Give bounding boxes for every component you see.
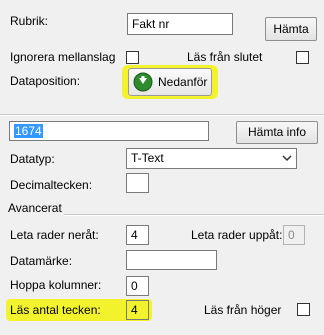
read-from-right-checkbox[interactable] <box>297 303 310 316</box>
read-from-end-checkbox[interactable] <box>296 51 309 64</box>
chevron-down-icon <box>282 155 292 162</box>
datatype-selected: T-Text <box>131 151 164 165</box>
search-rows-down-label: Leta rader neråt: <box>10 228 99 242</box>
advanced-divider <box>64 214 324 216</box>
section-divider <box>0 114 324 116</box>
hamta-info-button[interactable]: Hämta info <box>236 121 318 144</box>
hamta-button[interactable]: Hämta <box>265 17 317 41</box>
data-marker-label: Datamärke: <box>10 254 73 268</box>
read-from-end-label: Läs från slutet <box>187 50 263 64</box>
rubrik-input[interactable]: Fakt nr <box>127 13 233 35</box>
info-input[interactable]: 1674 <box>9 121 209 141</box>
skip-columns-label: Hoppa kolumner: <box>10 278 102 292</box>
search-rows-up-label: Leta rader uppåt: <box>191 228 283 242</box>
search-rows-down-input[interactable]: 4 <box>126 225 149 245</box>
field-settings-panel: Rubrik: Fakt nr Hämta Ignorera mellansla… <box>0 0 324 335</box>
read-char-count-label: Läs antal tecken: <box>10 303 101 317</box>
data-position-button[interactable]: Nedanför <box>128 68 212 96</box>
decimal-label: Decimaltecken: <box>10 178 93 192</box>
datatype-label: Datatyp: <box>10 152 55 166</box>
data-position-label: Dataposition: <box>10 74 81 88</box>
rubrik-label: Rubrik: <box>10 14 49 28</box>
arrow-down-circle-icon <box>133 72 153 92</box>
decimal-input[interactable] <box>126 173 149 193</box>
read-from-right-label: Läs från höger <box>204 303 282 317</box>
info-selected-value: 1674 <box>14 124 43 138</box>
search-rows-up-input[interactable]: 0 <box>283 225 305 245</box>
datatype-select[interactable]: T-Text <box>126 148 297 169</box>
skip-columns-input[interactable]: 0 <box>126 276 149 296</box>
advanced-section-title: Avancerat <box>8 201 62 215</box>
read-char-count-input[interactable]: 4 <box>126 300 149 320</box>
data-position-button-label: Nedanför <box>158 75 208 89</box>
data-marker-input[interactable] <box>126 250 217 270</box>
ignore-spaces-checkbox[interactable] <box>126 51 139 64</box>
ignore-spaces-label: Ignorera mellanslag <box>10 50 116 64</box>
